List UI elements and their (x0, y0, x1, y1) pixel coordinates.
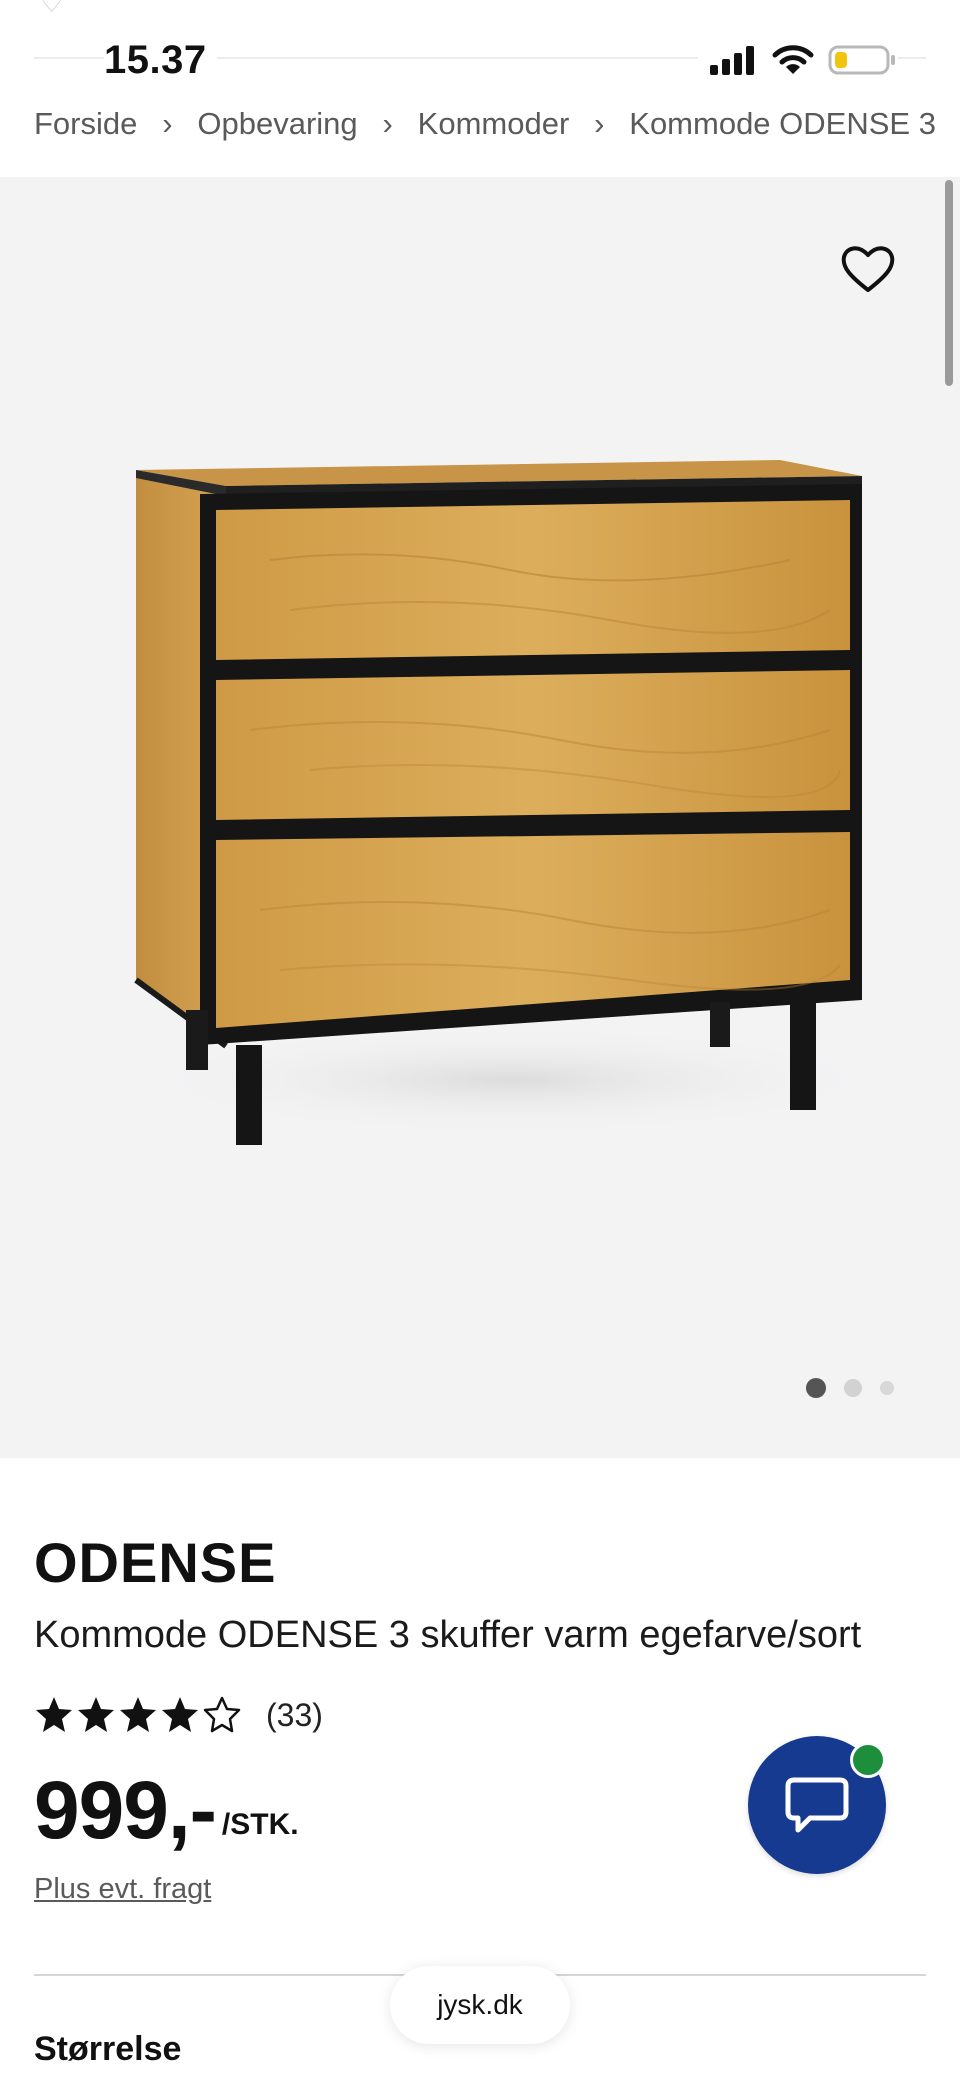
rating-stars (36, 1696, 241, 1733)
price-unit: /STK. (221, 1808, 299, 1841)
previous-content-fade: ♡ (0, 0, 960, 20)
breadcrumb-item-opbevaring[interactable]: Opbevaring (197, 106, 357, 142)
drawer-fronts (216, 500, 850, 1028)
battery-icon (828, 45, 895, 75)
gallery-dot-active[interactable] (806, 1378, 826, 1398)
chevron-right-icon: › (162, 106, 173, 141)
chat-notification-badge (850, 1742, 886, 1778)
review-count: (33) (266, 1696, 323, 1733)
price-amount: 999,- (34, 1765, 217, 1856)
breadcrumb-item-current[interactable]: Kommode ODENSE 3 (629, 106, 936, 142)
browser-url-bar[interactable]: jysk.dk (390, 1966, 570, 2044)
cellular-signal-icon (710, 46, 754, 75)
size-section-title[interactable]: Størrelse (34, 2030, 181, 2069)
gallery-pagination (806, 1378, 894, 1398)
product-image-chest-of-drawers[interactable] (90, 440, 880, 1200)
chevron-right-icon: › (594, 106, 605, 141)
chevron-right-icon: › (382, 106, 393, 141)
product-name: Kommode ODENSE 3 skuffer varm egefarve/s… (34, 1614, 862, 1656)
heart-outline-icon (841, 246, 895, 292)
gallery-dot[interactable] (844, 1379, 862, 1397)
gallery-dot[interactable] (880, 1381, 894, 1395)
breadcrumb-item-forside[interactable]: Forside (34, 106, 137, 142)
status-icons (698, 44, 898, 76)
shipping-info-link[interactable]: Plus evt. fragt (34, 1873, 211, 1906)
page-scrollbar[interactable] (945, 180, 953, 386)
product-brand: ODENSE (34, 1531, 277, 1594)
breadcrumb-item-kommoder[interactable]: Kommoder (418, 106, 570, 142)
chat-bubble-icon (785, 1777, 849, 1833)
breadcrumb: Forside › Opbevaring › Kommoder › Kommod… (34, 100, 936, 148)
rating-summary[interactable]: (33) (34, 1690, 323, 1740)
wifi-icon (772, 45, 814, 74)
price-block: 999,- /STK. (34, 1770, 299, 1852)
wishlist-button[interactable] (838, 240, 898, 296)
status-time: 15.37 (104, 38, 217, 83)
faded-header-text: ♡ (40, 0, 64, 18)
